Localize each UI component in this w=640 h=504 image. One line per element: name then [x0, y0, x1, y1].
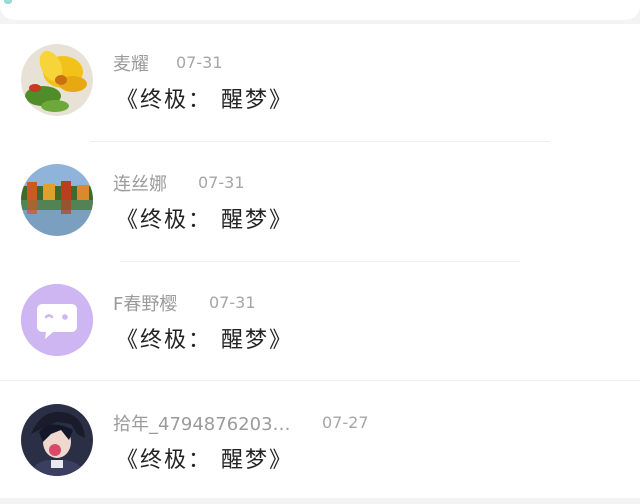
comment-list: 麦耀 07-31 《终极： 醒梦》 连丝娜 07-31 《终极： 醒梦》 F春野… [0, 24, 640, 498]
comment-item[interactable]: 拾年_4794876203… 07-27 《终极： 醒梦》 [0, 384, 640, 504]
divider [120, 261, 520, 262]
comment-time: 07-27 [322, 413, 369, 432]
comment-item[interactable]: 连丝娜 07-31 《终极： 醒梦》 [0, 144, 640, 264]
comment-content[interactable]: 《终极： 醒梦》 [116, 82, 293, 114]
comment-item[interactable]: F春野樱 07-31 《终极： 醒梦》 [0, 264, 640, 384]
comment-content[interactable]: 《终极： 醒梦》 [116, 202, 293, 234]
accent-mark [4, 0, 12, 4]
top-card-edge [0, 0, 640, 20]
divider [90, 141, 550, 142]
comment-content[interactable]: 《终极： 醒梦》 [116, 442, 293, 474]
comment-time: 07-31 [198, 173, 245, 192]
comment-content[interactable]: 《终极： 醒梦》 [116, 322, 293, 354]
comment-time: 07-31 [209, 293, 256, 312]
comment-time: 07-31 [176, 53, 223, 72]
comment-item[interactable]: 麦耀 07-31 《终极： 醒梦》 [0, 24, 640, 144]
comment-username[interactable]: 拾年_4794876203… [113, 410, 291, 436]
comment-username[interactable]: 麦耀 [113, 50, 149, 76]
default-chat-avatar[interactable] [21, 284, 93, 356]
flower-avatar[interactable] [21, 44, 93, 116]
comment-username[interactable]: 连丝娜 [113, 170, 167, 196]
lake-avatar[interactable] [21, 164, 93, 236]
divider [0, 380, 640, 381]
anime-avatar[interactable] [21, 404, 93, 476]
comment-username[interactable]: F春野樱 [113, 290, 177, 316]
